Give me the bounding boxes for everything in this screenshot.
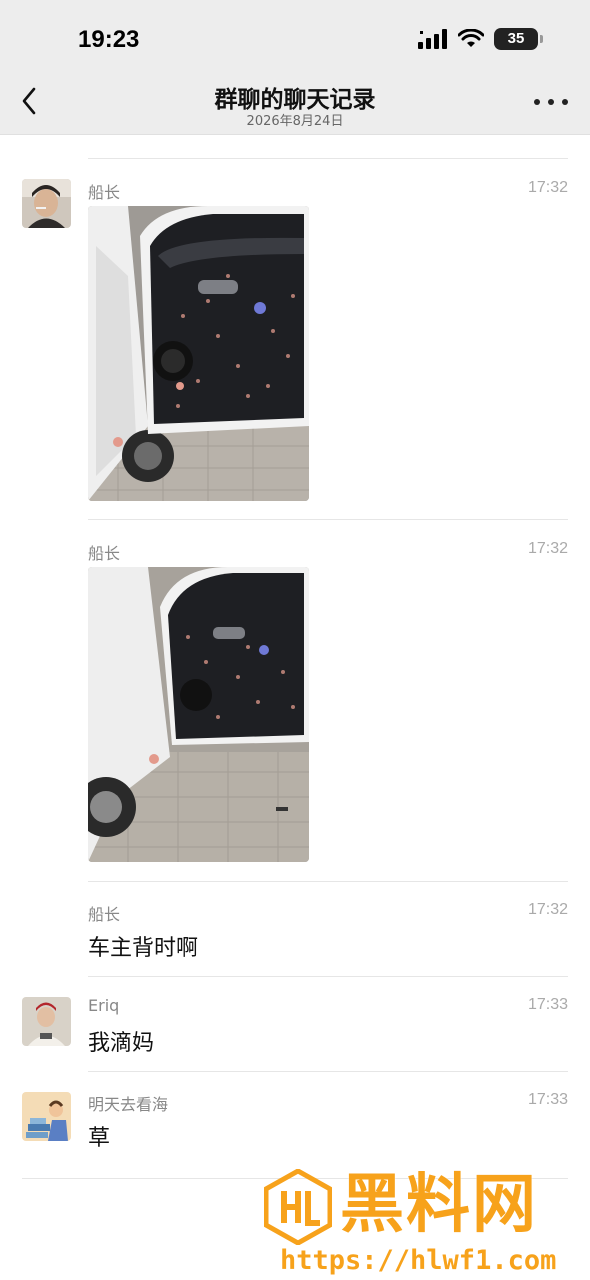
signal-icon (418, 29, 447, 49)
nav-bar: 群聊的聊天记录 2026年8月24日 (0, 70, 590, 135)
more-button[interactable] (534, 92, 568, 112)
watermark: 黑料网 https://hlwf1.com (258, 1165, 588, 1280)
car-door-photo[interactable] (88, 567, 309, 862)
wifi-icon (458, 29, 484, 47)
sender-name: Eriq (88, 996, 120, 1015)
avatar-chuanzhang[interactable] (22, 179, 71, 228)
message-text: 车主背时啊 (88, 936, 199, 961)
more-icon (534, 99, 540, 105)
message-time: 17:32 (527, 179, 568, 196)
sender-name: 船长 (88, 183, 121, 202)
message-text: 草 (88, 1126, 111, 1151)
battery-icon: 35 (494, 28, 543, 50)
sender-name: 明天去看海 (88, 1095, 169, 1114)
divider (88, 881, 568, 882)
message-time: 17:33 (527, 996, 568, 1013)
divider (88, 976, 568, 977)
status-time: 19:23 (78, 26, 140, 53)
divider (88, 158, 568, 159)
avatar-eriq[interactable] (22, 997, 71, 1046)
chat-history[interactable]: 船长 17:32 船长 17:32 船长 17:32 车主背时啊 Eriq 17… (0, 135, 590, 1280)
status-bar: 19:23 35 (0, 0, 590, 70)
watermark-url: https://hlwf1.com (280, 1245, 557, 1276)
message-time: 17:32 (527, 540, 568, 557)
sender-name: 船长 (88, 544, 121, 563)
page-title: 群聊的聊天记录 (214, 87, 376, 113)
status-icons: 35 (418, 28, 543, 50)
page-subtitle-date: 2026年8月24日 (246, 114, 344, 129)
watermark-title: 黑料网 (340, 1168, 538, 1242)
avatar-mingtianqukanhai[interactable] (22, 1092, 71, 1141)
message-time: 17:33 (527, 1091, 568, 1108)
message-text: 我滴妈 (88, 1031, 155, 1056)
divider (88, 1071, 568, 1072)
sender-name: 船长 (88, 905, 121, 924)
divider (88, 519, 568, 520)
watermark-logo-icon (264, 1169, 332, 1245)
message-time: 17:32 (527, 901, 568, 918)
car-door-photo[interactable] (88, 206, 309, 501)
previous-message-peek (22, 135, 222, 139)
